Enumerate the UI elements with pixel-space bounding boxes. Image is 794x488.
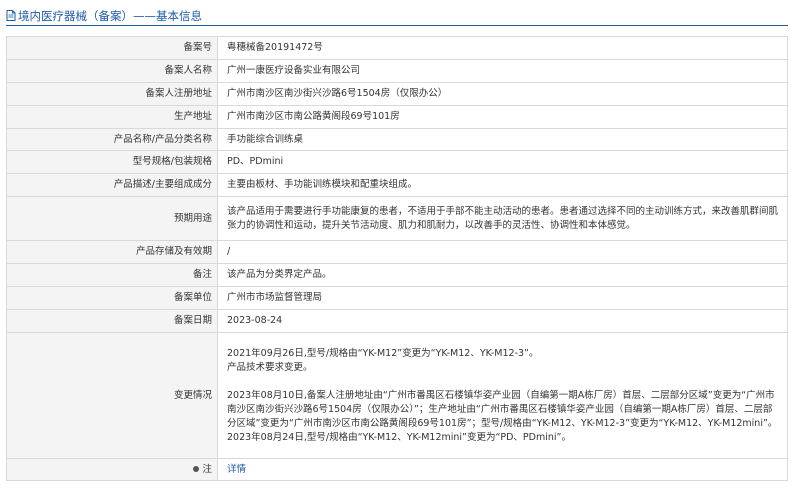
change-entry-1: 2021年09月26日,型号/规格由“YK-M12”变更为“YK-M12、YK-… (227, 347, 539, 359)
storage-validity-label: 产品存储及有效期 (6, 240, 218, 264)
filing-number-value: 粤穗械备20191472号 (217, 36, 788, 60)
filing-unit-value: 广州市市场监督管理局 (217, 286, 788, 310)
header-title-text: 境内医疗器械（备案）——基本信息 (18, 9, 202, 23)
table-row: 产品存储及有效期 / (6, 240, 788, 264)
filing-number-label: 备案号 (6, 36, 218, 60)
filer-name-label: 备案人名称 (6, 59, 218, 83)
table-row: 备案号 粤穗械备20191472号 (6, 36, 788, 60)
filer-address-value: 广州市南沙区南沙街兴沙路6号1504房（仅限办公） (217, 82, 788, 106)
filing-unit-label: 备案单位 (6, 286, 218, 310)
record-table: 备案号 粤穗械备20191472号 备案人名称 广州一康医疗设备实业有限公司 备案人注册… (6, 36, 788, 481)
table-row: 备案人名称 广州一康医疗设备实业有限公司 (6, 59, 788, 83)
model-spec-label: 型号规格/包装规格 (6, 150, 218, 174)
table-row: 备案人注册地址 广州市南沙区南沙街兴沙路6号1504房（仅限办公） (6, 82, 788, 106)
table-row: 备注 该产品为分类界定产品。 (6, 263, 788, 287)
change-entry-1-note: 产品技术要求变更。 (227, 361, 313, 373)
page-header: 境内医疗器械（备案）——基本信息 (6, 6, 788, 26)
intended-use-label: 预期用途 (6, 196, 218, 241)
table-row: 变更情况 2021年09月26日,型号/规格由“YK-M12”变更为“YK-M12… (6, 332, 788, 459)
table-row: 生产地址 广州市南沙区市南公路黄阁段69号101房 (6, 105, 788, 129)
note-label: 注 (6, 458, 218, 481)
change-entry-2: 2023年08月10日,备案人注册地址由“广州市番禺区石楼镇华姿产业园（自编第一… (227, 389, 778, 429)
table-row: 型号规格/包装规格 PD、PDmini (6, 150, 788, 174)
note-value: 详情 (217, 458, 788, 481)
filer-address-label: 备案人注册地址 (6, 82, 218, 106)
table-row: 预期用途 该产品适用于需要进行手功能康复的患者，不适用于手部不能主动活动的患者。患… (6, 196, 788, 241)
details-link[interactable]: 详情 (227, 464, 246, 475)
remarks-value: 该产品为分类界定产品。 (217, 263, 788, 287)
model-spec-value: PD、PDmini (217, 150, 788, 174)
header-title: 境内医疗器械（备案）——基本信息 (6, 8, 202, 24)
production-address-value: 广州市南沙区市南公路黄阁段69号101房 (217, 105, 788, 129)
intended-use-value: 该产品适用于需要进行手功能康复的患者，不适用于手部不能主动活动的患者。患者通过选… (217, 196, 788, 241)
table-row: 产品描述/主要组成成分 主要由板材、手功能训练模块和配重块组成。 (6, 173, 788, 197)
filer-name-value: 广州一康医疗设备实业有限公司 (217, 59, 788, 83)
table-row: 注 详情 (6, 458, 788, 481)
change-entry-3: 2023年08月24日,型号/规格由“YK-M12、YK-M12mini”变更为… (227, 431, 571, 443)
storage-validity-value: / (217, 240, 788, 264)
table-row: 备案单位 广州市市场监督管理局 (6, 286, 788, 310)
filing-date-value: 2023-08-24 (217, 309, 788, 333)
product-name-label: 产品名称/产品分类名称 (6, 128, 218, 151)
production-address-label: 生产地址 (6, 105, 218, 129)
note-label-text: 注 (202, 463, 212, 475)
table-row: 备案日期 2023-08-24 (6, 309, 788, 333)
change-history-value: 2021年09月26日,型号/规格由“YK-M12”变更为“YK-M12、YK-… (217, 332, 788, 459)
product-description-value: 主要由板材、手功能训练模块和配重块组成。 (217, 173, 788, 197)
product-description-label: 产品描述/主要组成成分 (6, 173, 218, 197)
filing-date-label: 备案日期 (6, 309, 218, 333)
change-history-label: 变更情况 (6, 332, 218, 459)
product-name-value: 手功能综合训练桌 (217, 128, 788, 151)
table-row: 产品名称/产品分类名称 手功能综合训练桌 (6, 128, 788, 151)
remarks-label: 备注 (6, 263, 218, 287)
bullet-icon (193, 465, 200, 472)
change-entry-gap (227, 375, 779, 389)
document-icon (6, 10, 16, 21)
